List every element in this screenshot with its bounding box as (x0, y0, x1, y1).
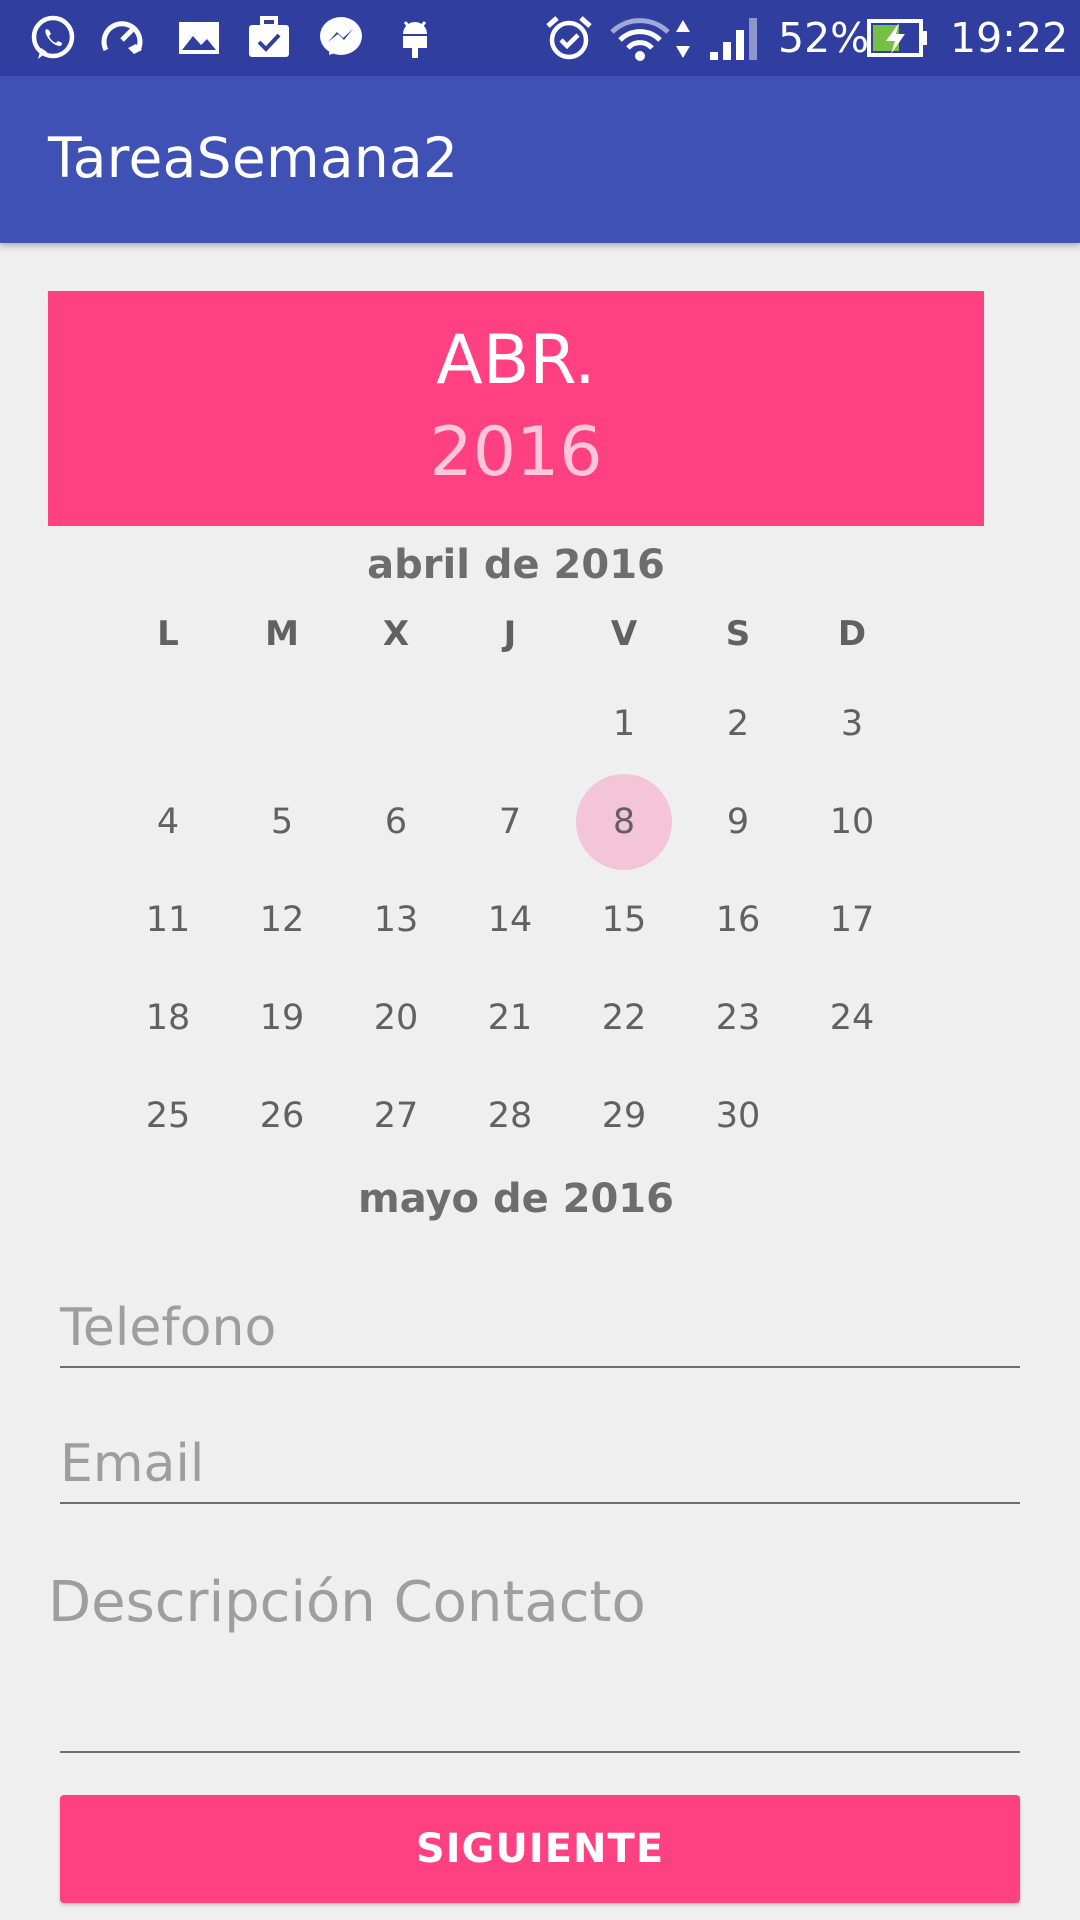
calendar-day[interactable]: 6 (346, 774, 446, 870)
calendar-day[interactable]: 16 (688, 872, 788, 968)
app-title: TareaSemana2 (48, 126, 459, 190)
battery-charging-icon (867, 19, 927, 57)
calendar-day[interactable]: 3 (802, 676, 902, 772)
calendar-day[interactable]: 9 (688, 774, 788, 870)
calendar-day[interactable]: 22 (574, 970, 674, 1066)
email-placeholder: Email (60, 1434, 205, 1494)
calendar-day[interactable]: 24 (802, 970, 902, 1066)
calendar-day[interactable]: 13 (346, 872, 446, 968)
status-bar: 52% 19:22 (0, 0, 1080, 76)
calendar-day[interactable]: 11 (118, 872, 218, 968)
calendar-day[interactable]: 25 (118, 1068, 218, 1164)
calendar-day[interactable]: 12 (232, 872, 332, 968)
calendar-day[interactable]: 5 (232, 774, 332, 870)
calendar-day[interactable]: 28 (460, 1068, 560, 1164)
description-placeholder: Descripción Contacto (48, 1570, 646, 1635)
calendar-day[interactable]: 30 (688, 1068, 788, 1164)
calendar-day[interactable]: 17 (802, 872, 902, 968)
calendar-day[interactable]: 14 (460, 872, 560, 968)
header-year[interactable]: 2016 (48, 413, 984, 492)
clock: 19:22 (950, 14, 1069, 62)
header-month[interactable]: ABR. (48, 321, 984, 400)
calendar-day[interactable]: 4 (118, 774, 218, 870)
messenger-icon (320, 17, 362, 55)
wifi-icon (610, 18, 670, 61)
calendar-day[interactable]: 1 (574, 676, 674, 772)
description-field[interactable]: Descripción Contacto (48, 1560, 1020, 1753)
calendar-day[interactable]: 19 (232, 970, 332, 1066)
data-arrows-icon (676, 20, 690, 58)
briefcase-icon (249, 16, 289, 57)
weekday-label: L (157, 614, 179, 654)
calendar-day[interactable]: 26 (232, 1068, 332, 1164)
weekday-label: X (382, 614, 410, 654)
calendar-day[interactable]: 21 (460, 970, 560, 1066)
calendar-day[interactable]: 7 (460, 774, 560, 870)
gallery-icon (179, 22, 219, 54)
calendar-day[interactable]: 15 (574, 872, 674, 968)
calendar-day[interactable]: 18 (118, 970, 218, 1066)
whatsapp-icon (31, 15, 75, 59)
alarm-icon (546, 16, 592, 60)
weekday-label: D (837, 614, 867, 654)
email-field[interactable]: Email (60, 1426, 1020, 1504)
phone-placeholder: Telefono (60, 1298, 277, 1358)
date-picker-header: ABR. 2016 (48, 291, 984, 526)
calendar-day[interactable]: 29 (574, 1068, 674, 1164)
speed-icon (101, 21, 143, 54)
weekday-label: J (503, 614, 517, 654)
battery-percent: 52% (778, 14, 870, 62)
weekday-label: V (610, 614, 638, 654)
next-month-title: mayo de 2016 (358, 1176, 674, 1222)
signal-icon (710, 18, 757, 60)
weekday-label: S (725, 614, 751, 654)
calendar-day[interactable]: 27 (346, 1068, 446, 1164)
month-title: abril de 2016 (367, 542, 665, 588)
phone-field[interactable]: Telefono (60, 1290, 1020, 1368)
calendar-day[interactable]: 20 (346, 970, 446, 1066)
app-bar: TareaSemana2 (0, 76, 1080, 243)
calendar-day[interactable]: 2 (688, 676, 788, 772)
android-debug-icon (403, 21, 427, 58)
calendar-day[interactable]: 10 (802, 774, 902, 870)
selected-day[interactable]: 8 (574, 774, 674, 870)
weekday-label: M (265, 614, 299, 654)
next-button[interactable]: SIGUIENTE (60, 1795, 1020, 1903)
calendar-day[interactable]: 23 (688, 970, 788, 1066)
